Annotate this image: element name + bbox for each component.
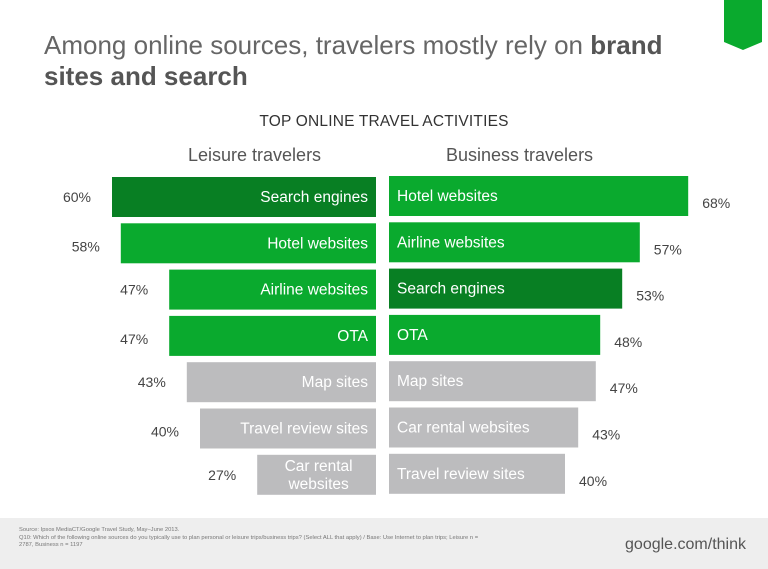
leisure-value-hotel-websites: 58% (72, 238, 100, 254)
leisure-value-car-rental-websites: 27% (208, 467, 236, 483)
business-value-hotel-websites: 68% (702, 195, 730, 211)
leisure-bar-label-search-engines: Search engines (260, 189, 368, 206)
leisure-bar-label-travel-review-sites: Travel review sites (240, 421, 368, 438)
source-line-2: Q10: Which of the following online sourc… (19, 534, 479, 541)
business-bar-label-airline-websites: Airline websites (397, 234, 505, 251)
business-value-map-sites: 47% (610, 380, 638, 396)
leisure-value-travel-review-sites: 40% (151, 424, 179, 440)
leisure-value-airline-websites: 47% (120, 282, 148, 298)
leisure-bar-label-airline-websites: Airline websites (260, 282, 368, 299)
business-value-search-engines: 53% (636, 288, 664, 304)
leisure-value-search-engines: 60% (63, 189, 91, 205)
business-bar-label-search-engines: Search engines (397, 281, 505, 298)
business-bar-label-car-rental-websites: Car rental websites (397, 420, 530, 437)
butterfly-bar-chart: Search engines 60% Hotel websites 58% Airlin… (63, 176, 730, 495)
leisure-value-map-sites: 43% (138, 374, 166, 390)
business-bar-label-travel-review-sites: Travel review sites (397, 466, 525, 483)
source-note: Source: Ipsos MediaCT/Google Travel Stud… (19, 527, 539, 550)
business-value-airline-websites: 57% (654, 241, 682, 257)
business-value-ota: 48% (614, 334, 642, 350)
footer: Source: Ipsos MediaCT/Google Travel Stud… (0, 518, 768, 569)
business-bar-label-ota: OTA (397, 327, 428, 344)
leisure-value-ota: 47% (120, 331, 148, 347)
business-bar-label-map-sites: Map sites (397, 373, 464, 390)
source-line-3: 2787, Business n = 1197 (19, 542, 83, 548)
business-bar-label-hotel-websites: Hotel websites (397, 188, 498, 205)
leisure-bar-label-ota: OTA (337, 328, 368, 345)
business-value-travel-review-sites: 40% (579, 473, 607, 489)
brand-link[interactable]: google.com/think (625, 536, 746, 554)
source-line-1: Source: Ipsos MediaCT/Google Travel Stud… (19, 527, 180, 533)
business-value-car-rental-websites: 43% (592, 427, 620, 443)
leisure-bar-label-hotel-websites: Hotel websites (267, 235, 368, 252)
leisure-bar-label-map-sites: Map sites (302, 374, 369, 391)
leisure-bar-label-car-rental-websites: Car rental websites (285, 458, 353, 493)
